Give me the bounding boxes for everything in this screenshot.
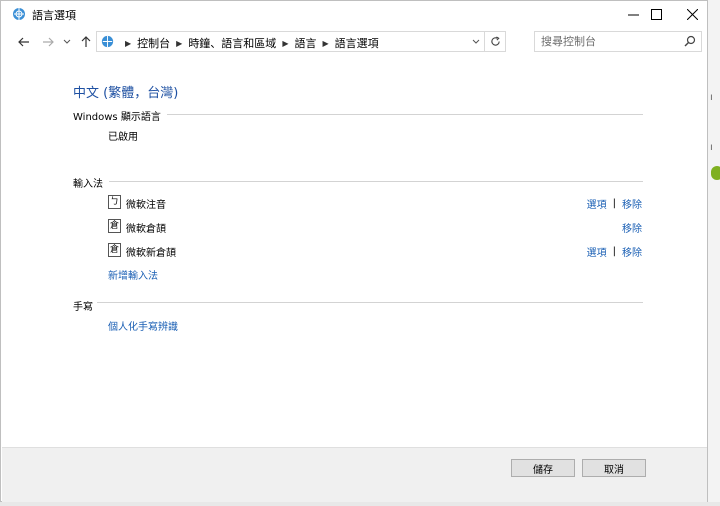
chevron-down-icon bbox=[472, 39, 480, 44]
search-box[interactable] bbox=[534, 31, 702, 52]
breadcrumb-separator-icon: ▶ bbox=[322, 38, 329, 48]
breadcrumb-language-options[interactable]: 語言選項 bbox=[335, 35, 379, 51]
breadcrumb-separator-icon: ▶ bbox=[176, 38, 183, 48]
input-method-actions: 移除 bbox=[622, 220, 642, 235]
input-method-row: ㄅ 微軟注音 選項 | 移除 bbox=[108, 195, 642, 213]
options-link[interactable]: 選項 bbox=[587, 196, 607, 211]
background-app-icon bbox=[711, 166, 720, 180]
refresh-icon bbox=[490, 36, 500, 46]
title-bar: 語言選項 bbox=[1, 1, 707, 27]
input-method-row: 倉 微軟新倉頡 選項 | 移除 bbox=[108, 243, 642, 261]
control-panel-icon bbox=[101, 35, 114, 48]
new-cangjie-ime-icon: 倉 bbox=[108, 243, 121, 257]
breadcrumb-clock-language-region[interactable]: 時鐘、語言和區域 bbox=[188, 35, 276, 51]
input-method-name: 微軟新倉頡 bbox=[126, 248, 176, 259]
input-method-name: 微軟注音 bbox=[126, 200, 166, 211]
back-button[interactable] bbox=[15, 33, 33, 51]
input-method-actions: 選項 | 移除 bbox=[587, 244, 642, 259]
address-row: ▶ 控制台 ▶ 時鐘、語言和區域 ▶ 語言 ▶ 語言選項 bbox=[1, 29, 707, 55]
display-language-section-label: Windows 顯示語言 bbox=[73, 112, 161, 123]
add-input-method-link[interactable]: 新增輸入法 bbox=[108, 267, 158, 282]
up-button[interactable] bbox=[77, 33, 95, 51]
save-button[interactable]: 儲存 bbox=[511, 459, 575, 477]
remove-link[interactable]: 移除 bbox=[622, 244, 642, 259]
remove-link[interactable]: 移除 bbox=[622, 196, 642, 211]
remove-link[interactable]: 移除 bbox=[622, 220, 642, 235]
section-divider bbox=[97, 302, 643, 303]
breadcrumb-separator-icon: ▶ bbox=[125, 38, 132, 48]
bopomofo-ime-icon: ㄅ bbox=[108, 195, 121, 209]
cancel-button[interactable]: 取消 bbox=[582, 459, 646, 477]
breadcrumb: ▶ 控制台 ▶ 時鐘、語言和區域 ▶ 語言 ▶ 語言選項 bbox=[119, 35, 379, 51]
back-arrow-icon bbox=[18, 37, 29, 47]
up-arrow-icon bbox=[81, 36, 91, 47]
maximize-icon bbox=[650, 8, 662, 20]
control-panel-icon bbox=[13, 8, 25, 20]
background-glyph: ı bbox=[710, 142, 713, 153]
action-separator: | bbox=[612, 246, 616, 257]
address-bar[interactable]: ▶ 控制台 ▶ 時鐘、語言和區域 ▶ 語言 ▶ 語言選項 bbox=[96, 31, 506, 52]
refresh-button[interactable] bbox=[484, 31, 505, 52]
input-method-row: 倉 微軟倉頡 移除 bbox=[108, 219, 642, 237]
language-heading: 中文 (繁體，台灣) bbox=[73, 86, 179, 101]
window-title: 語言選項 bbox=[32, 9, 76, 22]
search-icon[interactable] bbox=[684, 35, 696, 47]
cangjie-ime-icon: 倉 bbox=[108, 219, 121, 233]
forward-button[interactable] bbox=[39, 33, 57, 51]
breadcrumb-separator-icon: ▶ bbox=[282, 38, 289, 48]
personalize-handwriting-link[interactable]: 個人化手寫辨識 bbox=[108, 318, 178, 333]
search-input[interactable] bbox=[541, 34, 681, 49]
input-method-name: 微軟倉頡 bbox=[126, 224, 166, 235]
language-options-window: 語言選項 ▶ 控制台 ▶ 時鐘、語言和區域 ▶ 語言 ▶ 語言選項 搜尋控制台 … bbox=[0, 0, 708, 502]
background-glyph: ı bbox=[710, 92, 713, 103]
recent-pages-chevron-icon bbox=[63, 39, 71, 44]
breadcrumb-control-panel[interactable]: 控制台 bbox=[137, 35, 170, 51]
forward-arrow-icon bbox=[43, 37, 54, 47]
background-window-edge: ı ı bbox=[708, 0, 720, 506]
input-method-actions: 選項 | 移除 bbox=[587, 196, 642, 211]
action-separator: | bbox=[612, 198, 616, 209]
desktop-edge bbox=[0, 502, 720, 506]
section-divider bbox=[109, 181, 643, 182]
recent-pages-button[interactable] bbox=[61, 33, 73, 51]
input-method-section-label: 輸入法 bbox=[73, 179, 103, 190]
dialog-footer: 儲存 取消 bbox=[2, 447, 707, 502]
close-icon bbox=[686, 8, 698, 20]
handwriting-section-label: 手寫 bbox=[73, 302, 93, 313]
section-divider bbox=[167, 114, 643, 115]
display-language-status: 已啟用 bbox=[108, 132, 138, 143]
address-history-button[interactable] bbox=[469, 35, 483, 49]
breadcrumb-language[interactable]: 語言 bbox=[294, 35, 316, 51]
options-link[interactable]: 選項 bbox=[587, 244, 607, 259]
